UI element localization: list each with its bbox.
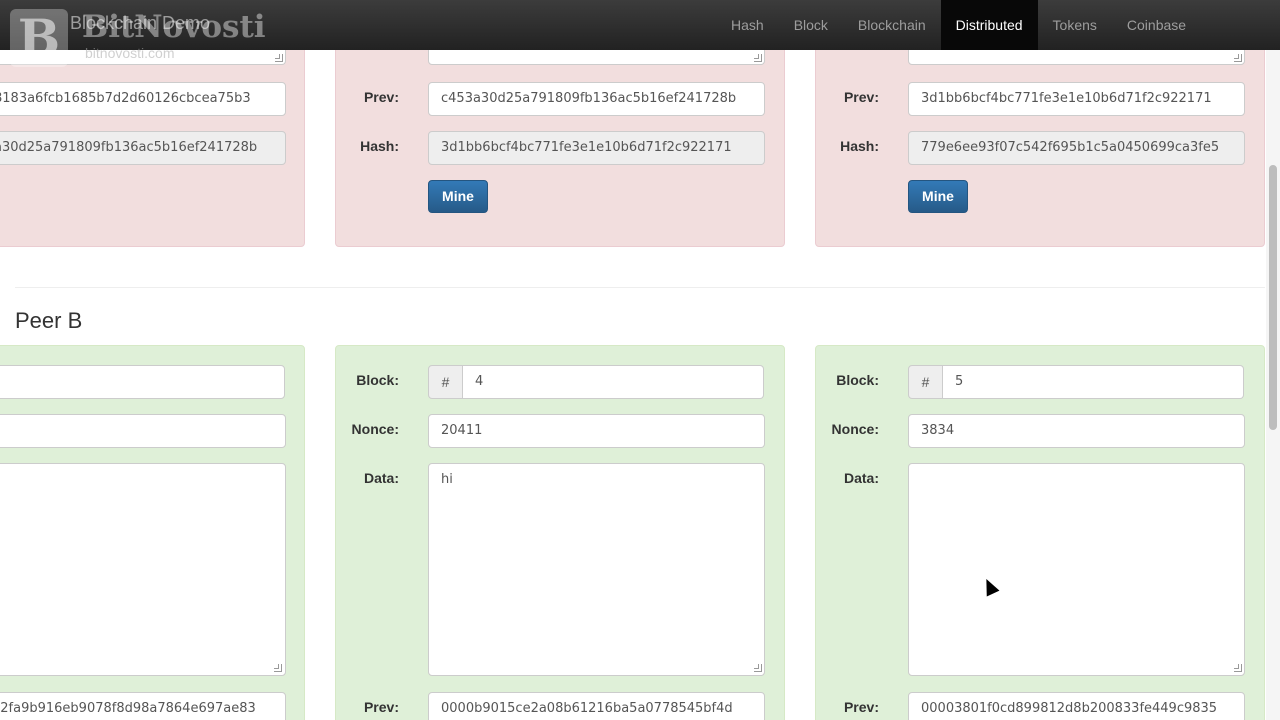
peer-a-block-3-panel: Prev: 3d1bb6bcf4bc771fe3e1e10b6d71f2c922… [815,19,1265,247]
watermark-site: bitnovosti.com [85,45,175,61]
hash-field: 3d1bb6bcf4bc771fe3e1e10b6d71f2c922171 [428,131,765,165]
resize-grip-icon[interactable] [754,54,762,62]
watermark-name: BitNovosti [82,9,266,45]
watermark-logo: B [10,9,68,67]
peer-b-block-1-panel: 3 7 12fa9b916eb9078f8d98a7864e697ae83 [0,345,305,720]
peer-b-title: Peer B [15,308,83,333]
prev-field[interactable]: 00003801f0cd899812d8b200833fe449c9835 [908,692,1245,720]
nav-distributed[interactable]: Distributed [940,0,1038,50]
peer-b-block-2-panel: Block: # 4 Nonce: 20411 Data: hi Prev: 0… [335,345,785,720]
resize-grip-icon[interactable] [275,54,283,62]
mine-button[interactable]: Mine [428,180,488,213]
prev-label: Prev: [363,699,399,715]
nonce-label: Nonce: [831,421,879,437]
nonce-field[interactable]: 7 [0,414,286,448]
prev-field[interactable]: 8183a6fcb1685b7d2d60126cbcea75b3 [0,82,286,116]
resize-grip-icon[interactable] [274,664,282,672]
mine-button[interactable]: Mine [908,180,968,213]
data-field[interactable] [0,463,286,676]
prev-field[interactable]: c453a30d25a791809fb136ac5b16ef241728b [428,82,765,116]
block-number-field[interactable]: 5 [943,365,1244,399]
prev-field[interactable]: 3d1bb6bcf4bc771fe3e1e10b6d71f2c922171 [908,82,1245,116]
data-label: Data: [363,470,399,486]
nav-blockchain[interactable]: Blockchain [843,0,941,50]
block-number-field[interactable]: 3 [0,365,285,399]
nav-hash[interactable]: Hash [716,0,779,50]
prev-field[interactable]: 0000b9015ce2a08b61216ba5a0778545bf4d [428,692,765,720]
block-number-field[interactable]: 4 [463,365,764,399]
prev-label: Prev: [363,89,399,105]
section-divider [15,287,1265,288]
data-label: Data: [843,470,879,486]
hash-sign-addon: # [908,365,943,399]
resize-grip-icon[interactable] [1234,664,1242,672]
nonce-field[interactable]: 20411 [428,414,765,448]
data-field[interactable] [908,463,1245,676]
hash-field: a30d25a791809fb136ac5b16ef241728b [0,131,286,165]
scrollbar-thumb[interactable] [1269,165,1277,430]
prev-label: Prev: [843,89,879,105]
nonce-label: Nonce: [351,421,399,437]
peer-b-block-3-panel: Block: # 5 Nonce: 3834 Data: Prev: 00003… [815,345,1265,720]
block-label: Block: [836,372,879,388]
resize-grip-icon[interactable] [1234,54,1242,62]
hash-label: Hash: [840,138,879,154]
prev-label: Prev: [843,699,879,715]
nav-tokens[interactable]: Tokens [1038,0,1112,50]
hash-label: Hash: [360,138,399,154]
prev-field[interactable]: 12fa9b916eb9078f8d98a7864e697ae83 [0,692,286,720]
block-label: Block: [356,372,399,388]
data-field[interactable]: hi [428,463,765,676]
hash-field: 779e6ee93f07c542f695b1c5a0450699ca3fe5 [908,131,1245,165]
main-nav: Hash Block Blockchain Distributed Tokens… [716,0,1201,50]
nav-block[interactable]: Block [779,0,843,50]
peer-a-block-2-panel: Prev: c453a30d25a791809fb136ac5b16ef2417… [335,19,785,247]
nav-coinbase[interactable]: Coinbase [1112,0,1201,50]
nonce-field[interactable]: 3834 [908,414,1245,448]
hash-sign-addon: # [428,365,463,399]
resize-grip-icon[interactable] [754,664,762,672]
